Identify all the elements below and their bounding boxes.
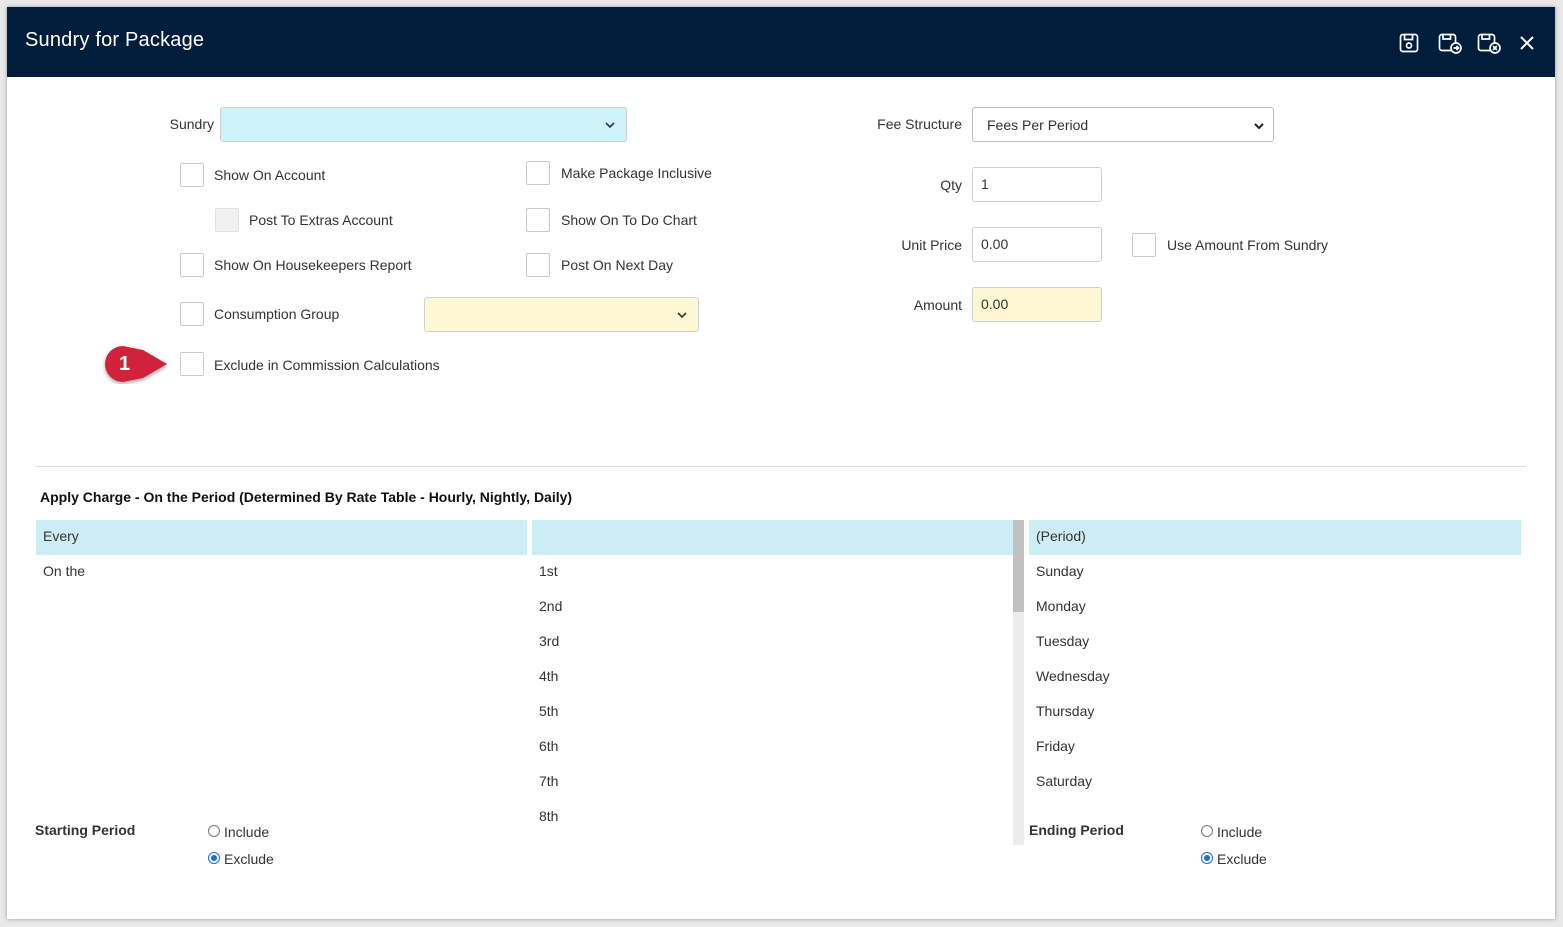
apply-charge-title: Apply Charge - On the Period (Determined… <box>40 489 573 505</box>
show-on-housekeepers-label: Show On Housekeepers Report <box>214 257 412 273</box>
starting-exclude-label: Exclude <box>224 851 274 867</box>
exclude-commission-label: Exclude in Commission Calculations <box>214 357 440 373</box>
chevron-down-icon <box>677 312 687 319</box>
chevron-down-icon <box>1254 123 1264 130</box>
list-item[interactable]: Every <box>36 520 527 555</box>
save-icon[interactable] <box>1397 31 1421 55</box>
list-item[interactable]: 8th <box>532 800 1013 835</box>
show-on-todo-label: Show On To Do Chart <box>561 212 697 228</box>
list-item[interactable]: 4th <box>532 660 1013 695</box>
ending-period-label: Ending Period <box>1029 822 1124 838</box>
list-item[interactable]: Friday <box>1029 730 1521 765</box>
ending-exclude-radio[interactable] <box>1201 852 1213 864</box>
save-new-icon[interactable] <box>1437 31 1462 55</box>
list-item[interactable]: 7th <box>532 765 1013 800</box>
show-on-todo-checkbox[interactable] <box>526 208 550 232</box>
show-on-housekeepers-checkbox[interactable] <box>180 253 204 277</box>
list-item[interactable]: 6th <box>532 730 1013 765</box>
starting-period-label: Starting Period <box>35 822 136 838</box>
list-item[interactable]: 1st <box>532 555 1013 590</box>
list-item[interactable]: Wednesday <box>1029 660 1521 695</box>
list-item[interactable]: (Period) <box>1029 520 1521 555</box>
chevron-down-icon <box>605 122 615 129</box>
fee-structure-select[interactable]: Fees Per Period <box>972 107 1274 142</box>
list-item[interactable]: 3rd <box>532 625 1013 660</box>
use-amount-from-sundry-label: Use Amount From Sundry <box>1167 237 1329 253</box>
save-close-icon[interactable] <box>1476 31 1501 55</box>
callout-marker-icon <box>105 346 167 382</box>
consumption-group-dropdown[interactable] <box>424 297 699 332</box>
list-item[interactable]: Saturday <box>1029 765 1521 800</box>
sundry-dropdown[interactable] <box>220 107 627 142</box>
ending-include-radio[interactable] <box>1201 825 1213 837</box>
list-item[interactable]: Sunday <box>1029 555 1521 590</box>
use-amount-from-sundry-checkbox[interactable] <box>1132 233 1156 257</box>
list-item[interactable]: Monday <box>1029 590 1521 625</box>
title-bar: Sundry for Package <box>7 7 1555 77</box>
starting-include-label: Include <box>224 824 270 840</box>
fee-structure-label: Fee Structure <box>877 116 962 132</box>
list-item[interactable]: 2nd <box>532 590 1013 625</box>
fee-structure-value: Fees Per Period <box>987 117 1089 133</box>
section-divider <box>36 466 1526 467</box>
consumption-group-label: Consumption Group <box>214 306 340 322</box>
show-on-account-checkbox[interactable] <box>180 163 204 187</box>
ending-include-label: Include <box>1217 824 1263 840</box>
consumption-group-checkbox[interactable] <box>180 302 204 326</box>
amount-input[interactable]: 0.00 <box>972 287 1102 322</box>
qty-label: Qty <box>940 177 962 193</box>
starting-include-radio[interactable] <box>208 825 220 837</box>
list-item[interactable]: On the <box>36 555 527 590</box>
list-item[interactable] <box>532 520 1013 555</box>
amount-label: Amount <box>913 297 962 313</box>
callout-number: 1 <box>119 353 131 375</box>
ending-exclude-label: Exclude <box>1217 851 1267 867</box>
dialog-title: Sundry for Package <box>25 29 205 51</box>
unit-price-input[interactable]: 0.00 <box>972 227 1102 262</box>
post-to-extras-label: Post To Extras Account <box>249 212 393 228</box>
post-on-next-day-label: Post On Next Day <box>561 257 674 273</box>
starting-exclude-radio[interactable] <box>208 852 220 864</box>
list-item[interactable]: Tuesday <box>1029 625 1521 660</box>
list-item[interactable]: 5th <box>532 695 1013 730</box>
make-package-inclusive-label: Make Package Inclusive <box>561 165 712 181</box>
sundry-dialog: Sundry for Package Sundry Show On Accoun… <box>7 7 1555 919</box>
sundry-label: Sundry <box>169 116 214 132</box>
exclude-commission-checkbox[interactable] <box>180 352 204 376</box>
post-on-next-day-checkbox[interactable] <box>526 253 550 277</box>
close-icon[interactable] <box>1515 31 1539 55</box>
show-on-account-label: Show On Account <box>214 167 326 183</box>
qty-input[interactable]: 1 <box>972 167 1102 202</box>
unit-price-label: Unit Price <box>901 237 962 253</box>
make-package-inclusive-checkbox[interactable] <box>526 161 550 185</box>
ordinal-list-scroll-thumb[interactable] <box>1013 520 1024 612</box>
post-to-extras-checkbox[interactable] <box>215 208 239 232</box>
list-item[interactable]: Thursday <box>1029 695 1521 730</box>
